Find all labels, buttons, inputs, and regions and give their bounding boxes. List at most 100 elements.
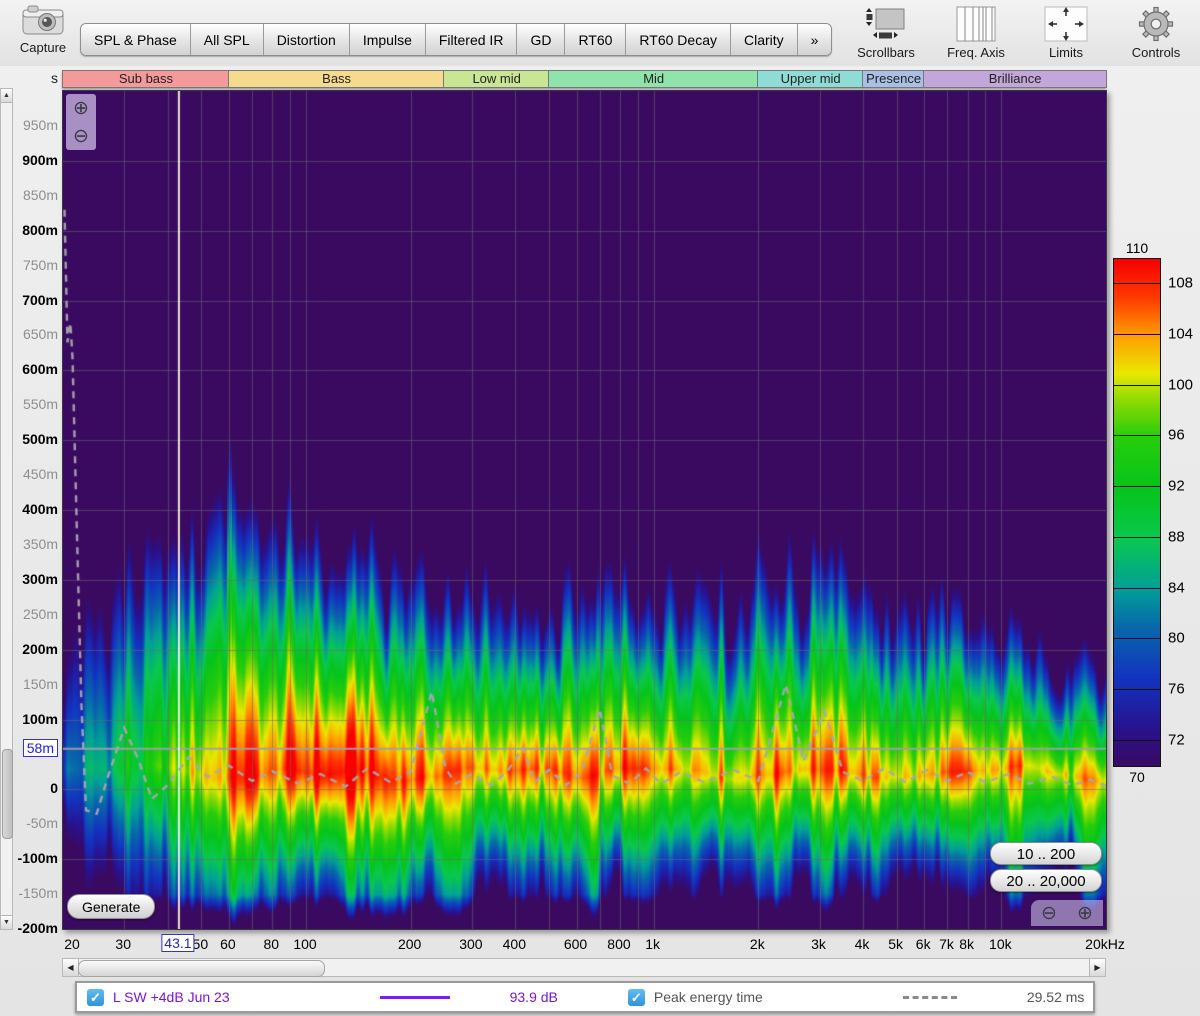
vertical-scrollbar[interactable]: ▲ ▼ [0,88,13,930]
trace-label: L SW +4dB Jun 23 [113,989,230,1005]
x-tick-label: 5k [888,936,903,952]
scrollbars-tool[interactable]: Scrollbars [850,2,922,60]
spectrogram-plot[interactable]: ⊕ ⊖ Generate 10 .. 200 20 .. 20,000 ⊖ ⊕ [62,90,1107,930]
x-tick-label: 60 [220,936,236,952]
capture-button[interactable]: Capture [10,4,76,55]
spl-colorbar: 110 10810410096928884807672 70 [1108,240,1200,800]
view-tab-distortion[interactable]: Distortion [264,24,350,55]
band-brilliance: Brilliance [923,70,1107,88]
camera-icon [19,4,67,41]
zoom-in-icon[interactable]: ⊕ [1077,904,1093,923]
gear-icon [1120,2,1192,46]
horizontal-scroll-thumb[interactable] [78,960,325,977]
zoom-out-icon[interactable]: ⊖ [73,127,89,146]
scroll-right-arrow-icon[interactable]: ▶ [1089,959,1105,976]
x-tick-label: 7k [939,936,954,952]
scroll-down-arrow-icon[interactable]: ▼ [1,915,12,929]
view-tab-gd[interactable]: GD [517,24,565,55]
right-tool-group: Scrollbars Freq. Axis Limits Controls [850,2,1192,60]
view-tab-rt60-decay[interactable]: RT60 Decay [626,24,731,55]
y-tick-label: 0 [14,781,58,796]
colorbar-tick-label: 76 [1168,680,1185,697]
freq-range-full-button[interactable]: 20 .. 20,000 [990,869,1102,892]
colorbar-tick-line [1114,283,1160,284]
overlay-checkbox[interactable]: ✓ [628,989,645,1006]
trace-spl-value: 93.9 dB [510,989,558,1005]
view-tab-filtered-ir[interactable]: Filtered IR [426,24,518,55]
x-tick-label: 100 [293,936,316,952]
x-tick-label: 20 [64,936,80,952]
freq-axis-tool[interactable]: Freq. Axis [940,2,1012,60]
y-tick-label: 750m [14,258,58,273]
x-tick-label: 300 [459,936,482,952]
colorbar-tick-label: 92 [1168,478,1185,495]
colorbar-min-label: 70 [1113,769,1161,785]
freq-zoom-pad: ⊖ ⊕ [1031,900,1103,926]
band-low-mid: Low mid [443,70,549,88]
colorbar-tick-label: 80 [1168,630,1185,647]
x-tick-label: 200 [398,936,421,952]
view-tab-group: SPL & PhaseAll SPLDistortionImpulseFilte… [80,23,832,56]
colorbar-tick-line [1114,588,1160,589]
x-tick-label: 800 [607,936,630,952]
frequency-cursor-label[interactable]: 43.1 [161,934,194,952]
horizontal-scrollbar[interactable]: ◀ ▶ [62,958,1106,977]
freq-axis-icon [940,2,1012,46]
view-tab--[interactable]: » [798,24,832,55]
tool-label: Scrollbars [850,46,922,60]
y-tick-label: 500m [14,432,58,447]
spectrogram-canvas[interactable] [63,91,1106,929]
x-tick-label: 2k [750,936,765,952]
zoom-in-icon[interactable]: ⊕ [73,99,89,118]
colorbar-tick-line [1114,537,1160,538]
y-tick-label: 300m [14,572,58,587]
band-upper-mid: Upper mid [757,70,863,88]
time-zoom-pad: ⊕ ⊖ [66,94,96,150]
scroll-up-arrow-icon[interactable]: ▲ [1,89,12,103]
colorbar-tick-line [1114,689,1160,690]
view-tab-rt60[interactable]: RT60 [565,24,626,55]
band-sub-bass: Sub bass [62,70,229,88]
colorbar-tick-label: 104 [1168,326,1193,343]
x-tick-label: 10k [989,936,1012,952]
time-marker-label[interactable]: 58m [23,739,58,757]
x-tick-label: 600 [564,936,587,952]
generate-button[interactable]: Generate [67,894,155,919]
x-tick-label: 30 [115,936,131,952]
band-presence: Presence [862,70,924,88]
capture-label: Capture [10,41,76,55]
controls-tool[interactable]: Controls [1120,2,1192,60]
zoom-out-icon[interactable]: ⊖ [1041,904,1057,923]
freq-range-10-200-button[interactable]: 10 .. 200 [990,842,1102,865]
view-tab-all-spl[interactable]: All SPL [191,24,264,55]
x-tick-label: 8k [959,936,974,952]
limits-icon [1030,2,1102,46]
y-tick-label: 250m [14,607,58,622]
y-tick-label: -100m [14,851,58,866]
trace-line-swatch [380,996,450,999]
view-tab-clarity[interactable]: Clarity [731,24,798,55]
overlay-time-value: 29.52 ms [1027,989,1085,1005]
colorbar-tick-label: 100 [1168,376,1193,393]
y-tick-label: 800m [14,223,58,238]
tool-label: Freq. Axis [940,46,1012,60]
x-tick-label: 1k [645,936,660,952]
view-tab-spl-phase[interactable]: SPL & Phase [81,24,191,55]
vertical-scroll-thumb[interactable] [2,749,13,839]
x-tick-label: 50 [193,936,209,952]
view-tab-impulse[interactable]: Impulse [350,24,426,55]
x-tick-label: 6k [916,936,931,952]
trace-checkbox[interactable]: ✓ [87,989,104,1006]
scroll-left-arrow-icon[interactable]: ◀ [63,959,79,976]
x-tick-label: 3k [811,936,826,952]
x-tick-label: 80 [264,936,280,952]
colorbar-tick-line [1114,740,1160,741]
colorbar-tick-label: 96 [1168,427,1185,444]
frequency-band-strip: Sub bassBassLow midMidUpper midPresenceB… [62,70,1106,88]
colorbar-tick-label: 108 [1168,275,1193,292]
tool-label: Limits [1030,46,1102,60]
overlay-dash-swatch [903,996,957,999]
y-tick-label: 600m [14,362,58,377]
limits-tool[interactable]: Limits [1030,2,1102,60]
legend-bar: ✓ L SW +4dB Jun 23 93.9 dB ✓ Peak energy… [75,981,1095,1013]
